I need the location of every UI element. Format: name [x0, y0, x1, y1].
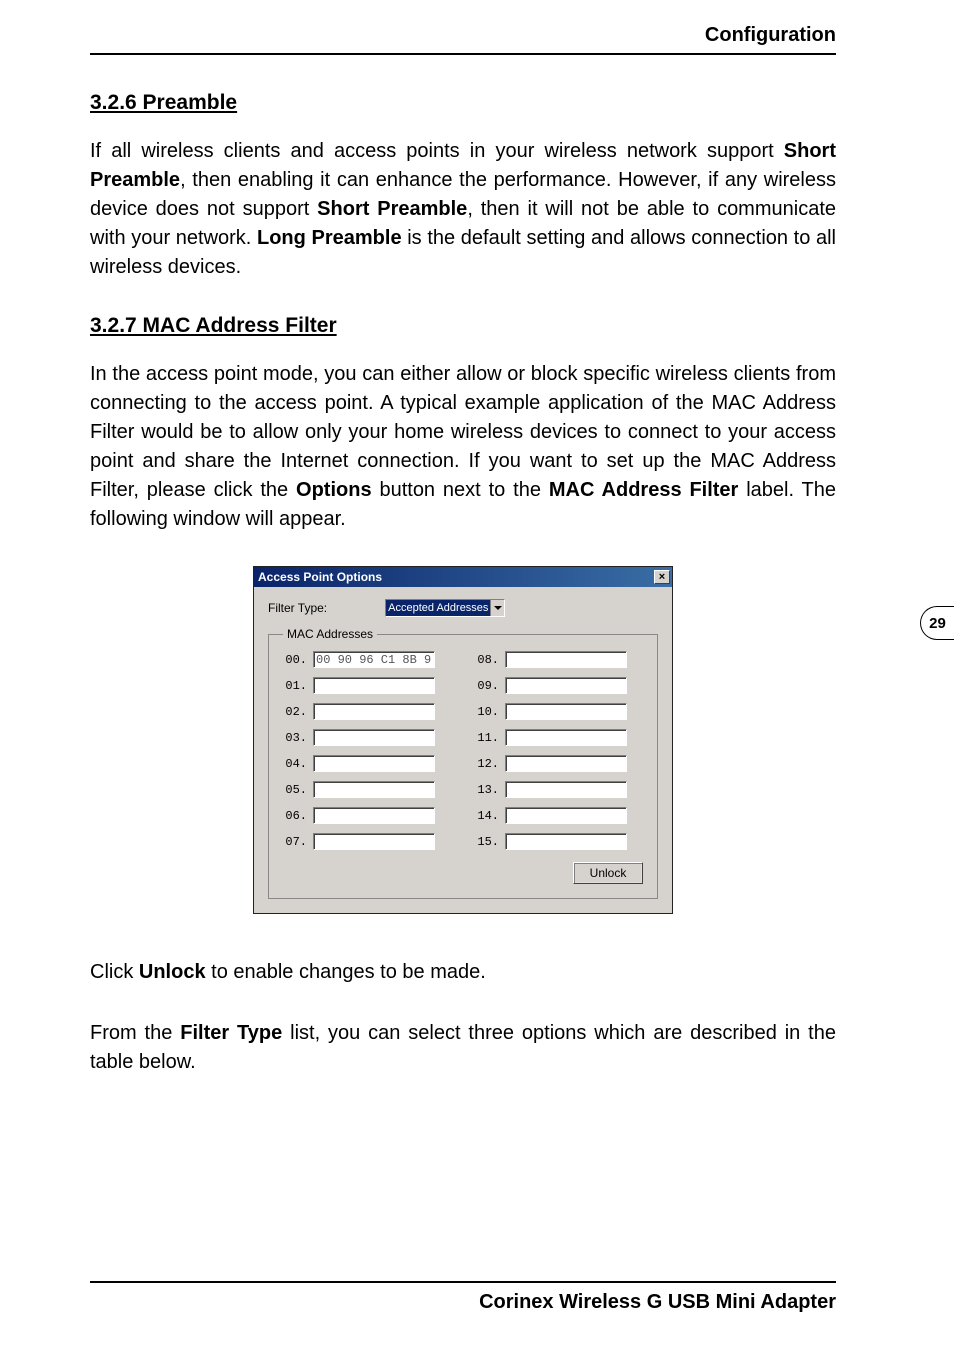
- mac-address-row: 00.: [283, 651, 435, 668]
- access-point-options-dialog: Access Point Options × Filter Type: Acce…: [253, 566, 673, 914]
- mac-row-index: 12.: [475, 757, 499, 771]
- mac-row-index: 14.: [475, 809, 499, 823]
- heading-mac-filter: 3.2.7 MAC Address Filter: [90, 314, 836, 338]
- mac-row-index: 07.: [283, 835, 307, 849]
- mac-row-index: 08.: [475, 653, 499, 667]
- bold-term: Filter Type: [180, 1022, 282, 1044]
- mac-address-input[interactable]: [313, 729, 435, 746]
- text: to enable changes to be made.: [206, 961, 486, 983]
- mac-row-index: 05.: [283, 783, 307, 797]
- mac-address-row: 12.: [475, 755, 627, 772]
- mac-address-row: 10.: [475, 703, 627, 720]
- paragraph-preamble: If all wireless clients and access point…: [90, 137, 836, 282]
- paragraph-filter-type-hint: From the Filter Type list, you can selec…: [90, 1019, 836, 1077]
- bold-term: MAC Address Filter: [549, 479, 738, 501]
- mac-row-index: 04.: [283, 757, 307, 771]
- dialog-titlebar[interactable]: Access Point Options ×: [254, 567, 672, 587]
- close-icon: ×: [659, 572, 665, 583]
- mac-address-input[interactable]: [313, 677, 435, 694]
- mac-row-index: 10.: [475, 705, 499, 719]
- filter-type-combobox[interactable]: Accepted Addresses: [385, 599, 505, 617]
- mac-address-input[interactable]: [505, 807, 627, 824]
- mac-row-index: 09.: [475, 679, 499, 693]
- mac-address-row: 02.: [283, 703, 435, 720]
- text: button next to the: [372, 479, 549, 501]
- mac-address-row: 06.: [283, 807, 435, 824]
- mac-row-index: 13.: [475, 783, 499, 797]
- bold-term: Short Preamble: [317, 198, 467, 220]
- mac-address-input[interactable]: [313, 781, 435, 798]
- mac-address-row: 09.: [475, 677, 627, 694]
- bold-term: Options: [296, 479, 372, 501]
- mac-address-row: 08.: [475, 651, 627, 668]
- mac-address-row: 14.: [475, 807, 627, 824]
- mac-row-index: 11.: [475, 731, 499, 745]
- mac-address-input[interactable]: [313, 651, 435, 668]
- unlock-button[interactable]: Unlock: [573, 862, 643, 884]
- mac-address-input[interactable]: [505, 755, 627, 772]
- page-number-badge: 29: [920, 606, 954, 640]
- mac-row-index: 03.: [283, 731, 307, 745]
- mac-address-input[interactable]: [505, 781, 627, 798]
- mac-address-input[interactable]: [313, 833, 435, 850]
- mac-address-row: 15.: [475, 833, 627, 850]
- paragraph-unlock-hint: Click Unlock to enable changes to be mad…: [90, 958, 836, 987]
- mac-address-row: 03.: [283, 729, 435, 746]
- close-button[interactable]: ×: [654, 570, 670, 584]
- text: From the: [90, 1022, 180, 1044]
- mac-address-input[interactable]: [505, 703, 627, 720]
- text: If all wireless clients and access point…: [90, 140, 784, 162]
- mac-row-index: 01.: [283, 679, 307, 693]
- header-section-title: Configuration: [60, 24, 894, 53]
- mac-address-input[interactable]: [505, 677, 627, 694]
- chevron-down-icon: [490, 600, 504, 616]
- mac-address-row: 11.: [475, 729, 627, 746]
- footer-product-name: Corinex Wireless G USB Mini Adapter: [60, 1283, 894, 1314]
- bold-term: Long Preamble: [257, 227, 402, 249]
- mac-address-row: 13.: [475, 781, 627, 798]
- mac-address-row: 01.: [283, 677, 435, 694]
- mac-address-input[interactable]: [505, 651, 627, 668]
- mac-address-input[interactable]: [505, 833, 627, 850]
- heading-preamble: 3.2.6 Preamble: [90, 91, 836, 115]
- mac-addresses-fieldset: MAC Addresses 00. 01. 02. 03. 04. 05. 06. 07. 0…: [268, 627, 658, 899]
- bold-term: Unlock: [139, 961, 206, 983]
- filter-type-value: Accepted Addresses: [386, 602, 490, 614]
- mac-addresses-legend: MAC Addresses: [283, 627, 377, 641]
- mac-row-index: 15.: [475, 835, 499, 849]
- mac-row-index: 06.: [283, 809, 307, 823]
- paragraph-mac-filter: In the access point mode, you can either…: [90, 360, 836, 534]
- dialog-title: Access Point Options: [258, 570, 382, 584]
- mac-address-input[interactable]: [313, 703, 435, 720]
- mac-address-input[interactable]: [505, 729, 627, 746]
- mac-row-index: 00.: [283, 653, 307, 667]
- text: Click: [90, 961, 139, 983]
- mac-address-row: 05.: [283, 781, 435, 798]
- mac-address-input[interactable]: [313, 807, 435, 824]
- filter-type-label: Filter Type:: [268, 601, 327, 615]
- mac-row-index: 02.: [283, 705, 307, 719]
- mac-address-row: 04.: [283, 755, 435, 772]
- mac-address-row: 07.: [283, 833, 435, 850]
- mac-address-input[interactable]: [313, 755, 435, 772]
